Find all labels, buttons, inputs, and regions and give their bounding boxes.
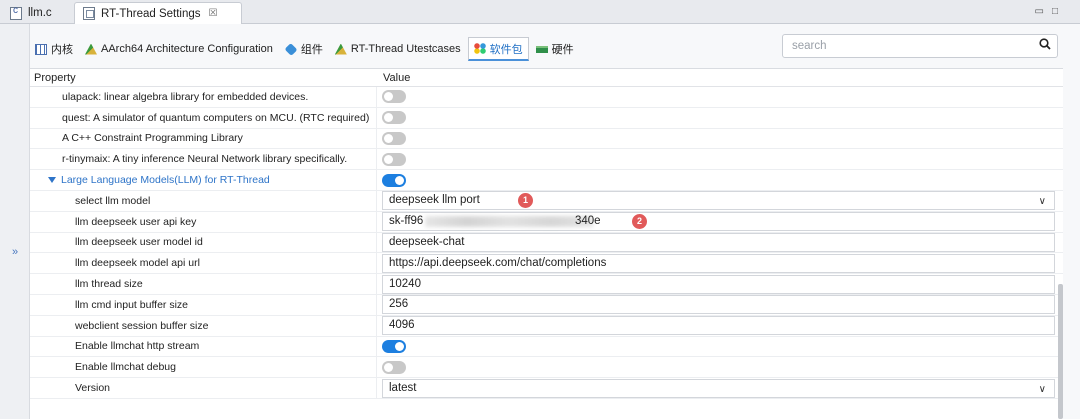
table-row-group-llm[interactable]: Large Language Models(LLM) for RT-Thread bbox=[30, 170, 1063, 191]
tab-packages[interactable]: 软件包 bbox=[467, 37, 529, 61]
redacted-region bbox=[425, 216, 593, 228]
minimize-icon[interactable]: ▭ bbox=[1035, 6, 1052, 17]
editor-tab-llm-c[interactable]: llm.c bbox=[2, 2, 64, 24]
editor-tab-bar: llm.c RT-Thread Settings ☒ ▭□ bbox=[0, 0, 1080, 24]
tab-label: 内核 bbox=[51, 44, 73, 56]
property-name: llm thread size bbox=[30, 274, 377, 294]
property-name: Version bbox=[30, 378, 377, 398]
chevron-down-icon[interactable]: ∨ bbox=[1039, 381, 1046, 398]
table-row[interactable]: select llm model deepseek llm port ∨ 1 bbox=[30, 190, 1063, 212]
left-trim-bar: » bbox=[0, 24, 30, 419]
session-buffer-field[interactable]: 4096 bbox=[382, 316, 1055, 336]
table-row[interactable]: r-tinymaix: A tiny inference Neural Netw… bbox=[30, 149, 1063, 171]
table-row[interactable]: llm deepseek model api url https://api.d… bbox=[30, 253, 1063, 275]
property-name: quest: A simulator of quantum computers … bbox=[30, 107, 377, 128]
table-row[interactable]: llm deepseek user model id deepseek-chat bbox=[30, 232, 1063, 254]
column-header-value[interactable]: Value bbox=[377, 69, 410, 86]
table-header: Property Value bbox=[30, 69, 1063, 87]
thread-size-field[interactable]: 10240 bbox=[382, 274, 1055, 294]
settings-page-tabs: 内核 AArch64 Architecture Configuration 组件… bbox=[30, 36, 581, 62]
hardware-icon bbox=[535, 45, 548, 53]
property-name: Large Language Models(LLM) for RT-Thread bbox=[61, 174, 270, 187]
cmd-buffer-field[interactable]: 256 bbox=[382, 295, 1055, 315]
chip-icon bbox=[85, 43, 97, 55]
group-name: Large Language Models(LLM) for RT-Thread bbox=[30, 170, 377, 190]
tab-utestcases[interactable]: RT-Thread Utestcases bbox=[330, 37, 466, 61]
property-name: r-tinymaix: A tiny inference Neural Netw… bbox=[30, 149, 377, 170]
chip-icon bbox=[334, 43, 347, 55]
table-row[interactable]: Enable llmchat http stream bbox=[30, 336, 1063, 358]
table-row[interactable]: ulapack: linear algebra library for embe… bbox=[30, 87, 1063, 108]
settings-editor: » 内核 AArch64 Architecture Configuration … bbox=[0, 24, 1080, 419]
expand-chevron-icon[interactable]: » bbox=[12, 246, 18, 258]
search-box bbox=[782, 34, 1058, 58]
select-value: deepseek llm port bbox=[389, 194, 480, 207]
tab-label: 组件 bbox=[300, 44, 323, 56]
dots-icon bbox=[473, 43, 486, 54]
property-name: llm deepseek model api url bbox=[30, 253, 377, 274]
property-name: Enable llmchat debug bbox=[30, 357, 377, 378]
llm-model-select[interactable]: deepseek llm port ∨ 1 bbox=[382, 191, 1055, 211]
toggle-switch[interactable] bbox=[382, 152, 406, 166]
toggle-switch[interactable] bbox=[382, 173, 406, 187]
cube-icon bbox=[284, 42, 298, 56]
tab-kernel[interactable]: 内核 bbox=[30, 37, 78, 61]
property-table: Property Value ulapack: linear algebra l… bbox=[30, 68, 1063, 419]
toggle-switch[interactable] bbox=[382, 339, 406, 353]
tab-label: 软件包 bbox=[489, 43, 523, 56]
editor-tab-label: RT-Thread Settings bbox=[101, 7, 201, 20]
search-input[interactable] bbox=[783, 35, 1013, 57]
property-name: A C++ Constraint Programming Library bbox=[30, 128, 377, 149]
table-row[interactable]: Enable llmchat debug bbox=[30, 357, 1063, 379]
table-row[interactable]: quest: A simulator of quantum computers … bbox=[30, 107, 1063, 129]
column-header-property[interactable]: Property bbox=[30, 69, 377, 86]
maximize-icon[interactable]: □ bbox=[1052, 6, 1066, 17]
property-name: llm cmd input buffer size bbox=[30, 294, 377, 315]
c-file-icon bbox=[10, 5, 22, 20]
version-select[interactable]: latest ∨ bbox=[382, 378, 1055, 398]
annotation-badge: 2 bbox=[632, 214, 647, 230]
tab-hardware[interactable]: 硬件 bbox=[531, 37, 579, 61]
tab-label: AArch64 Architecture Configuration bbox=[101, 43, 273, 55]
table-row[interactable]: llm deepseek user api key sk-ff96 340e 2 bbox=[30, 211, 1063, 233]
property-name: webclient session buffer size bbox=[30, 315, 377, 336]
editor-tab-label: llm.c bbox=[28, 7, 52, 19]
table-row[interactable]: llm thread size 10240 bbox=[30, 274, 1063, 295]
api-url-field[interactable]: https://api.deepseek.com/chat/completion… bbox=[382, 253, 1055, 273]
tab-components[interactable]: 组件 bbox=[280, 37, 328, 61]
settings-file-icon bbox=[83, 7, 95, 20]
vertical-scrollbar[interactable] bbox=[1058, 284, 1063, 419]
chevron-down-icon[interactable]: ∨ bbox=[1039, 193, 1046, 210]
api-key-prefix: sk-ff96 bbox=[389, 215, 424, 228]
table-row[interactable]: webclient session buffer size 4096 bbox=[30, 315, 1063, 337]
property-name: ulapack: linear algebra library for embe… bbox=[30, 87, 377, 107]
toggle-switch[interactable] bbox=[382, 131, 406, 145]
tab-label: 硬件 bbox=[551, 44, 574, 56]
table-row[interactable]: Version latest ∨ bbox=[30, 378, 1063, 399]
editor-tab-rt-thread-settings[interactable]: RT-Thread Settings ☒ bbox=[74, 2, 242, 24]
tab-aarch64-config[interactable]: AArch64 Architecture Configuration bbox=[80, 37, 278, 61]
api-key-field[interactable]: sk-ff96 340e 2 bbox=[382, 212, 1055, 232]
toggle-switch[interactable] bbox=[382, 111, 406, 125]
expand-triangle-icon[interactable] bbox=[48, 177, 56, 184]
annotation-badge: 1 bbox=[518, 193, 533, 209]
select-value: latest bbox=[389, 381, 417, 394]
table-row[interactable]: A C++ Constraint Programming Library bbox=[30, 128, 1063, 150]
property-name: llm deepseek user model id bbox=[30, 232, 377, 253]
api-key-suffix: 340e bbox=[575, 215, 601, 228]
table-row[interactable]: llm cmd input buffer size 256 bbox=[30, 294, 1063, 316]
property-name: select llm model bbox=[30, 190, 377, 211]
tab-label: RT-Thread Utestcases bbox=[350, 43, 461, 55]
grid-icon bbox=[35, 43, 47, 55]
close-tab-icon[interactable]: ☒ bbox=[209, 8, 218, 19]
search-icon[interactable] bbox=[1039, 38, 1051, 50]
toggle-switch[interactable] bbox=[382, 90, 406, 104]
toggle-switch[interactable] bbox=[382, 360, 406, 374]
property-name: llm deepseek user api key bbox=[30, 211, 377, 232]
property-name: Enable llmchat http stream bbox=[30, 336, 377, 357]
window-controls: ▭□ bbox=[1035, 6, 1067, 17]
model-id-field[interactable]: deepseek-chat bbox=[382, 232, 1055, 252]
